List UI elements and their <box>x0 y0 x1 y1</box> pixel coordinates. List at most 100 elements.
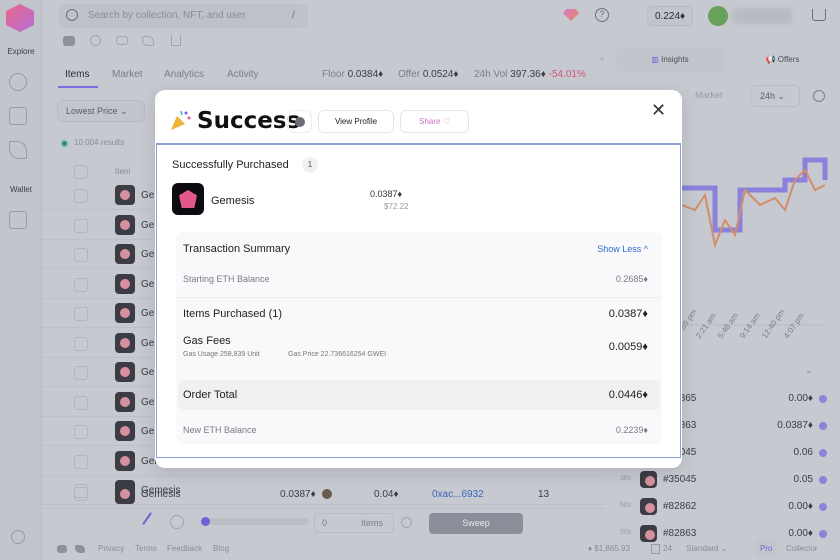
activity-thumbnail <box>640 498 657 515</box>
show-less-button[interactable]: Show Less ^ <box>597 244 648 254</box>
username-blurred[interactable] <box>732 8 792 24</box>
search-input[interactable]: Search by collection, NFT, and user <box>58 4 308 28</box>
theme-toggle-icon[interactable] <box>11 530 25 544</box>
avatar[interactable] <box>708 6 728 26</box>
settings-icon[interactable] <box>401 517 412 528</box>
row-checkbox[interactable] <box>74 189 88 203</box>
success-modal: Success View Profile Share ♡ ✕ Successfu… <box>155 90 682 468</box>
footer-link-terms[interactable]: Terms <box>135 544 157 553</box>
sweep-slider-handle[interactable] <box>201 517 210 526</box>
twitter-icon[interactable] <box>142 36 154 46</box>
row-last-sale: 0.04♦ <box>374 489 399 500</box>
insights-label: Insights <box>661 55 689 64</box>
nft-thumbnail <box>115 273 135 294</box>
results-count: 10,004 results <box>74 138 125 147</box>
left-rail: Explore Wallet <box>0 0 42 560</box>
row-checkbox[interactable] <box>74 336 88 351</box>
activity-thumbnail <box>640 471 657 488</box>
sprout-icon[interactable] <box>9 141 27 159</box>
help-icon[interactable]: ? <box>595 8 609 22</box>
sweep-slider[interactable] <box>201 518 309 525</box>
row-checkbox[interactable] <box>74 395 88 410</box>
volume-stat: 24h Vol 397.36♦ -54.01% <box>474 69 586 80</box>
purchased-nft-usd: $72.22 <box>384 202 409 211</box>
marketplace-icon <box>819 503 827 511</box>
activity-row[interactable]: 50s #82863 0.00♦ <box>615 525 835 551</box>
summary-title: Transaction Summary <box>183 243 291 255</box>
row-checkbox[interactable] <box>74 218 88 233</box>
new-balance-value: 0.2239♦ <box>615 425 648 435</box>
explorer-link-button[interactable] <box>288 110 312 133</box>
tab-analytics[interactable]: Analytics <box>164 69 204 80</box>
marketplace-icon <box>819 395 827 403</box>
row-checkbox[interactable] <box>74 248 88 262</box>
live-indicator-icon <box>60 139 69 148</box>
discord-icon[interactable] <box>116 36 128 45</box>
website-icon[interactable] <box>90 35 101 46</box>
share-icon[interactable] <box>171 35 181 46</box>
activity-filter-chevron[interactable]: ⌄ <box>805 365 813 376</box>
select-all-checkbox[interactable] <box>74 165 88 179</box>
broom-icon[interactable] <box>142 512 162 532</box>
row-checkbox[interactable] <box>74 277 88 292</box>
gas-usage: Gas Usage 258,839 Unit <box>183 351 260 358</box>
compass-icon[interactable] <box>9 73 27 91</box>
view-profile-button[interactable]: View Profile <box>318 110 394 133</box>
gem-icon[interactable] <box>563 9 579 21</box>
footer-link-feedback[interactable]: Feedback <box>167 544 202 553</box>
star-icon[interactable] <box>9 107 27 125</box>
row-name[interactable]: Gemesis <box>141 489 180 500</box>
chart-settings-icon[interactable] <box>813 90 825 102</box>
share-button[interactable]: Share ♡ <box>400 110 469 133</box>
row-checkbox[interactable] <box>74 366 88 380</box>
wallet-icon[interactable] <box>9 211 27 229</box>
wallet-label: Wallet <box>10 185 32 194</box>
purchased-heading: Successfully Purchased <box>172 159 289 171</box>
cart-icon[interactable] <box>812 9 826 21</box>
opensea-icon[interactable] <box>63 36 75 46</box>
footer-link-blog[interactable]: Blog <box>213 544 229 553</box>
tab-activity[interactable]: Activity <box>227 69 259 80</box>
tab-insights[interactable]: ▥ Insights <box>615 48 725 72</box>
activity-price: 0.00♦ <box>788 501 813 512</box>
tab-items[interactable]: Items <box>65 69 89 80</box>
sort-dropdown[interactable]: Lowest Price ⌄ <box>57 100 145 122</box>
row-checkbox[interactable] <box>74 307 88 321</box>
sort-label: Lowest Price <box>66 106 118 116</box>
purchased-nft-price: 0.0387♦ <box>370 189 403 199</box>
discord-footer-icon[interactable] <box>57 545 67 553</box>
row-checkbox[interactable] <box>74 487 88 501</box>
purchased-count-badge: 1 <box>302 157 318 173</box>
twitter-footer-icon[interactable] <box>75 545 85 553</box>
app-logo[interactable] <box>6 4 34 32</box>
collapse-panel-icon[interactable]: » <box>600 54 604 63</box>
nft-thumbnail <box>115 421 135 441</box>
close-icon[interactable]: ✕ <box>651 100 666 121</box>
wallet-balance[interactable]: 0.224♦ <box>647 6 693 26</box>
sub-tab-market[interactable]: Market <box>695 90 723 100</box>
floor-stat: Floor 0.0384♦ <box>322 69 383 80</box>
offer-stat: Offer 0.0524♦ <box>398 69 459 80</box>
sweep-button[interactable]: Sweep <box>429 513 523 534</box>
footer-link-privacy[interactable]: Privacy <box>98 544 124 553</box>
sweep-count-input[interactable]: 0 Items <box>314 513 394 533</box>
timeframe-dropdown[interactable]: 24h ⌄ <box>750 85 800 107</box>
activity-row[interactable]: 38s #35045 0.05 <box>615 471 835 497</box>
transaction-summary: Transaction Summary Show Less ^ Starting… <box>176 232 662 444</box>
row-checkbox[interactable] <box>74 454 88 469</box>
items-label: Items <box>360 518 383 528</box>
row-checkbox[interactable] <box>74 425 88 439</box>
share-label: Share <box>419 117 441 126</box>
nft-thumbnail <box>115 244 135 264</box>
target-icon[interactable] <box>170 515 184 529</box>
tab-market[interactable]: Market <box>112 69 143 80</box>
row-owner-link[interactable]: 0xac...6932 <box>432 489 484 500</box>
offers-label: Offers <box>777 55 800 64</box>
activity-row[interactable]: 50s #82862 0.00♦ <box>615 498 835 524</box>
column-item: Item <box>115 167 131 176</box>
twitter-share-icon: ♡ <box>442 117 450 126</box>
activity-token-id: #35045 <box>663 474 697 485</box>
vol-label: 24h Vol <box>474 69 508 80</box>
gas-fees-value: 0.0059♦ <box>608 341 648 353</box>
tab-offers[interactable]: 📢 Offers <box>730 48 835 72</box>
